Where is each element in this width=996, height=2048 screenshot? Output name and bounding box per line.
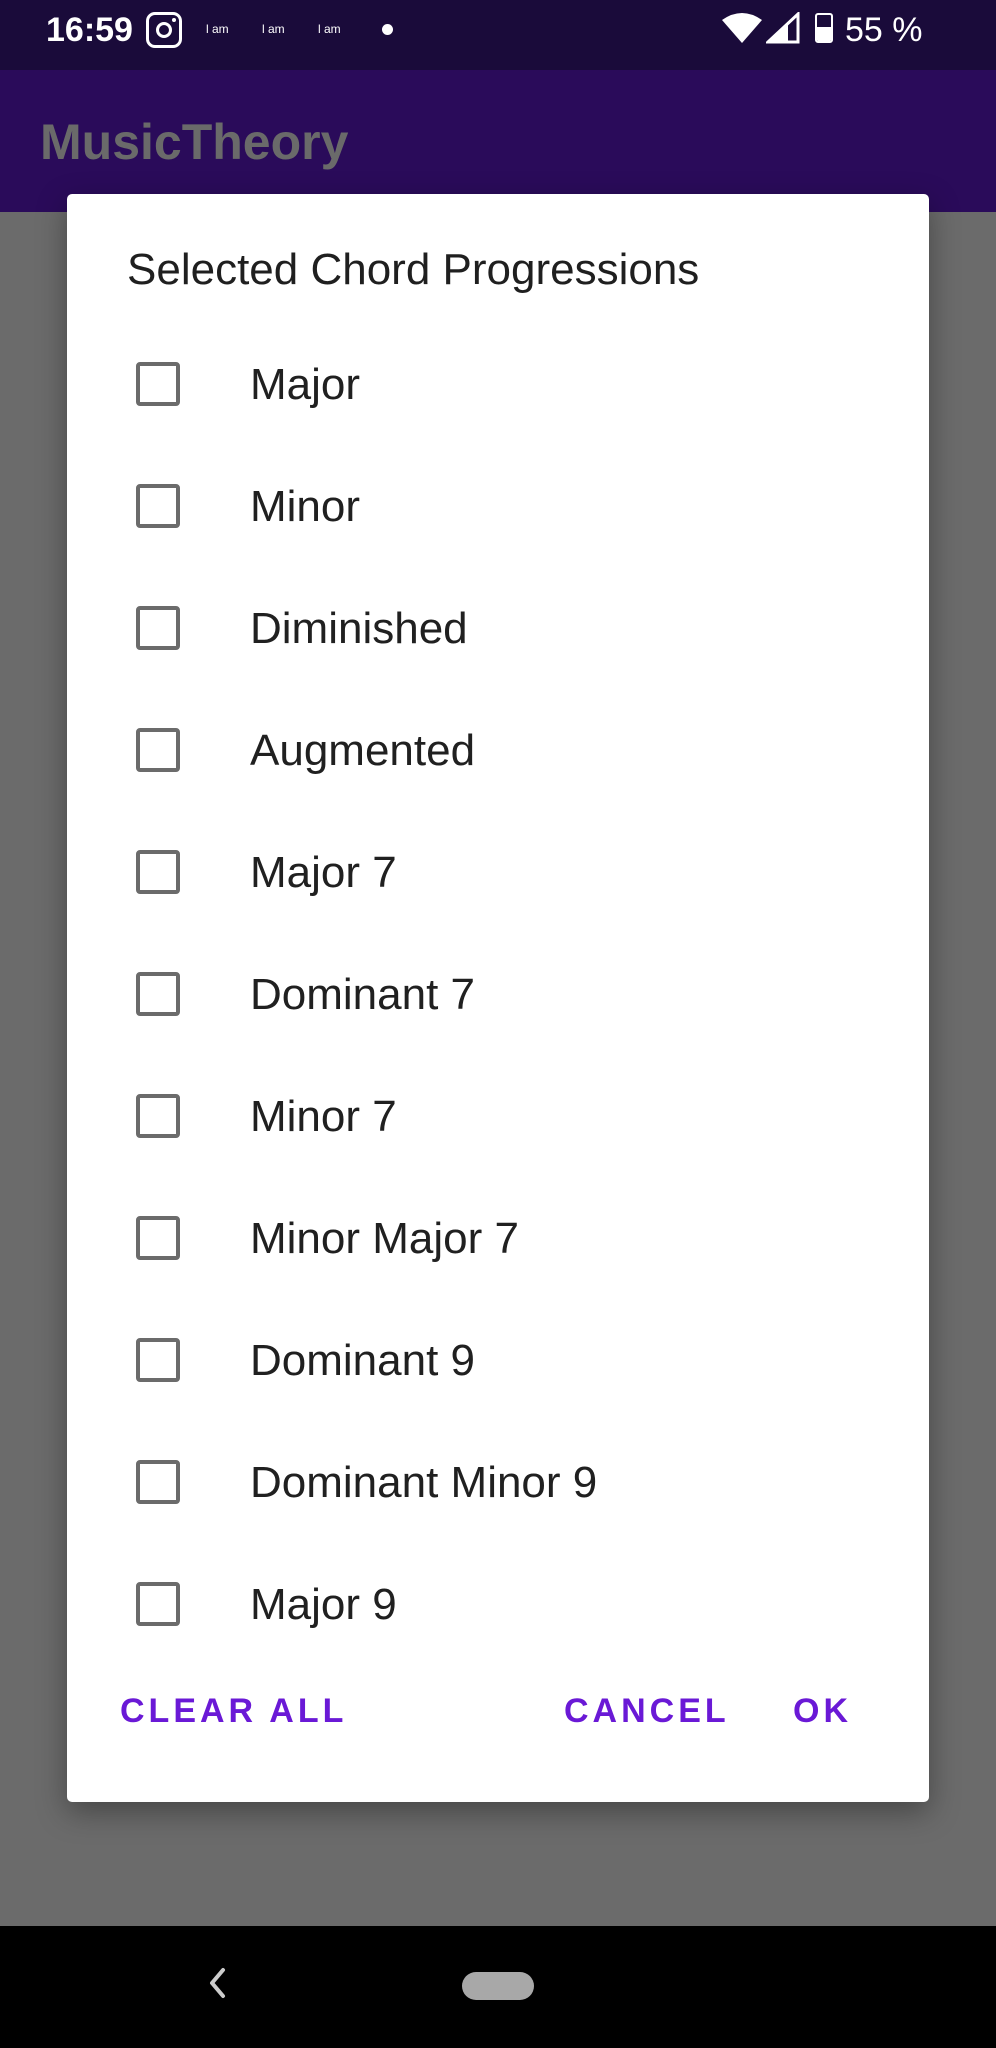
option-label: Minor	[250, 482, 361, 531]
option-minor[interactable]: Minor	[67, 444, 929, 566]
checkbox[interactable]	[136, 1216, 180, 1260]
battery-level-fill	[817, 26, 831, 41]
dot-icon	[382, 24, 393, 35]
checkbox[interactable]	[136, 1582, 180, 1626]
battery-percent: 55 %	[845, 11, 923, 49]
clear-all-button[interactable]: CLEAR ALL	[120, 1691, 347, 1731]
option-dominant-minor-9[interactable]: Dominant Minor 9	[67, 1420, 929, 1542]
checkbox[interactable]	[136, 972, 180, 1016]
notification-text-1: l am	[206, 22, 229, 36]
option-label: Augmented	[250, 726, 476, 775]
notification-text-2: l am	[262, 22, 285, 36]
option-label: Dominant 7	[250, 970, 476, 1019]
option-label: Minor Major 7	[250, 1214, 519, 1263]
chord-progressions-dialog: Selected Chord Progressions Major Minor …	[67, 194, 929, 1802]
option-label: Major 7	[250, 848, 397, 897]
instagram-icon	[146, 12, 182, 48]
checkbox[interactable]	[136, 1094, 180, 1138]
option-label: Dominant Minor 9	[250, 1458, 598, 1507]
battery-icon	[815, 13, 833, 43]
back-icon[interactable]	[206, 1966, 228, 2000]
cancel-button[interactable]: CANCEL	[564, 1691, 730, 1731]
status-time: 16:59	[46, 11, 133, 49]
checkbox[interactable]	[136, 606, 180, 650]
dialog-title: Selected Chord Progressions	[127, 245, 700, 294]
option-label: Major	[250, 360, 361, 409]
option-diminished[interactable]: Diminished	[67, 566, 929, 688]
checkbox[interactable]	[136, 1460, 180, 1504]
option-minor-major-7[interactable]: Minor Major 7	[67, 1176, 929, 1298]
option-label: Major 9	[250, 1580, 397, 1629]
wifi-icon	[722, 13, 762, 43]
checkbox[interactable]	[136, 728, 180, 772]
checkbox[interactable]	[136, 362, 180, 406]
option-major-9[interactable]: Major 9	[67, 1542, 929, 1664]
option-dominant-9[interactable]: Dominant 9	[67, 1298, 929, 1420]
app-bar: MusicTheory	[0, 70, 996, 212]
ok-button[interactable]: OK	[793, 1691, 852, 1731]
status-bar: 16:59 l am l am l am 55 %	[0, 0, 996, 70]
option-minor-7[interactable]: Minor 7	[67, 1054, 929, 1176]
option-augmented[interactable]: Augmented	[67, 688, 929, 810]
checkbox[interactable]	[136, 1338, 180, 1382]
home-pill[interactable]	[462, 1972, 534, 2000]
app-title: MusicTheory	[40, 114, 349, 170]
option-major[interactable]: Major	[67, 322, 929, 444]
option-label: Diminished	[250, 604, 468, 653]
option-major-7[interactable]: Major 7	[67, 810, 929, 932]
checkbox[interactable]	[136, 484, 180, 528]
notification-text-3: l am	[318, 22, 341, 36]
navigation-bar	[0, 1926, 996, 2048]
signal-icon	[766, 12, 800, 44]
option-label: Dominant 9	[250, 1336, 476, 1385]
checkbox[interactable]	[136, 850, 180, 894]
option-dominant-7[interactable]: Dominant 7	[67, 932, 929, 1054]
option-label: Minor 7	[250, 1092, 397, 1141]
